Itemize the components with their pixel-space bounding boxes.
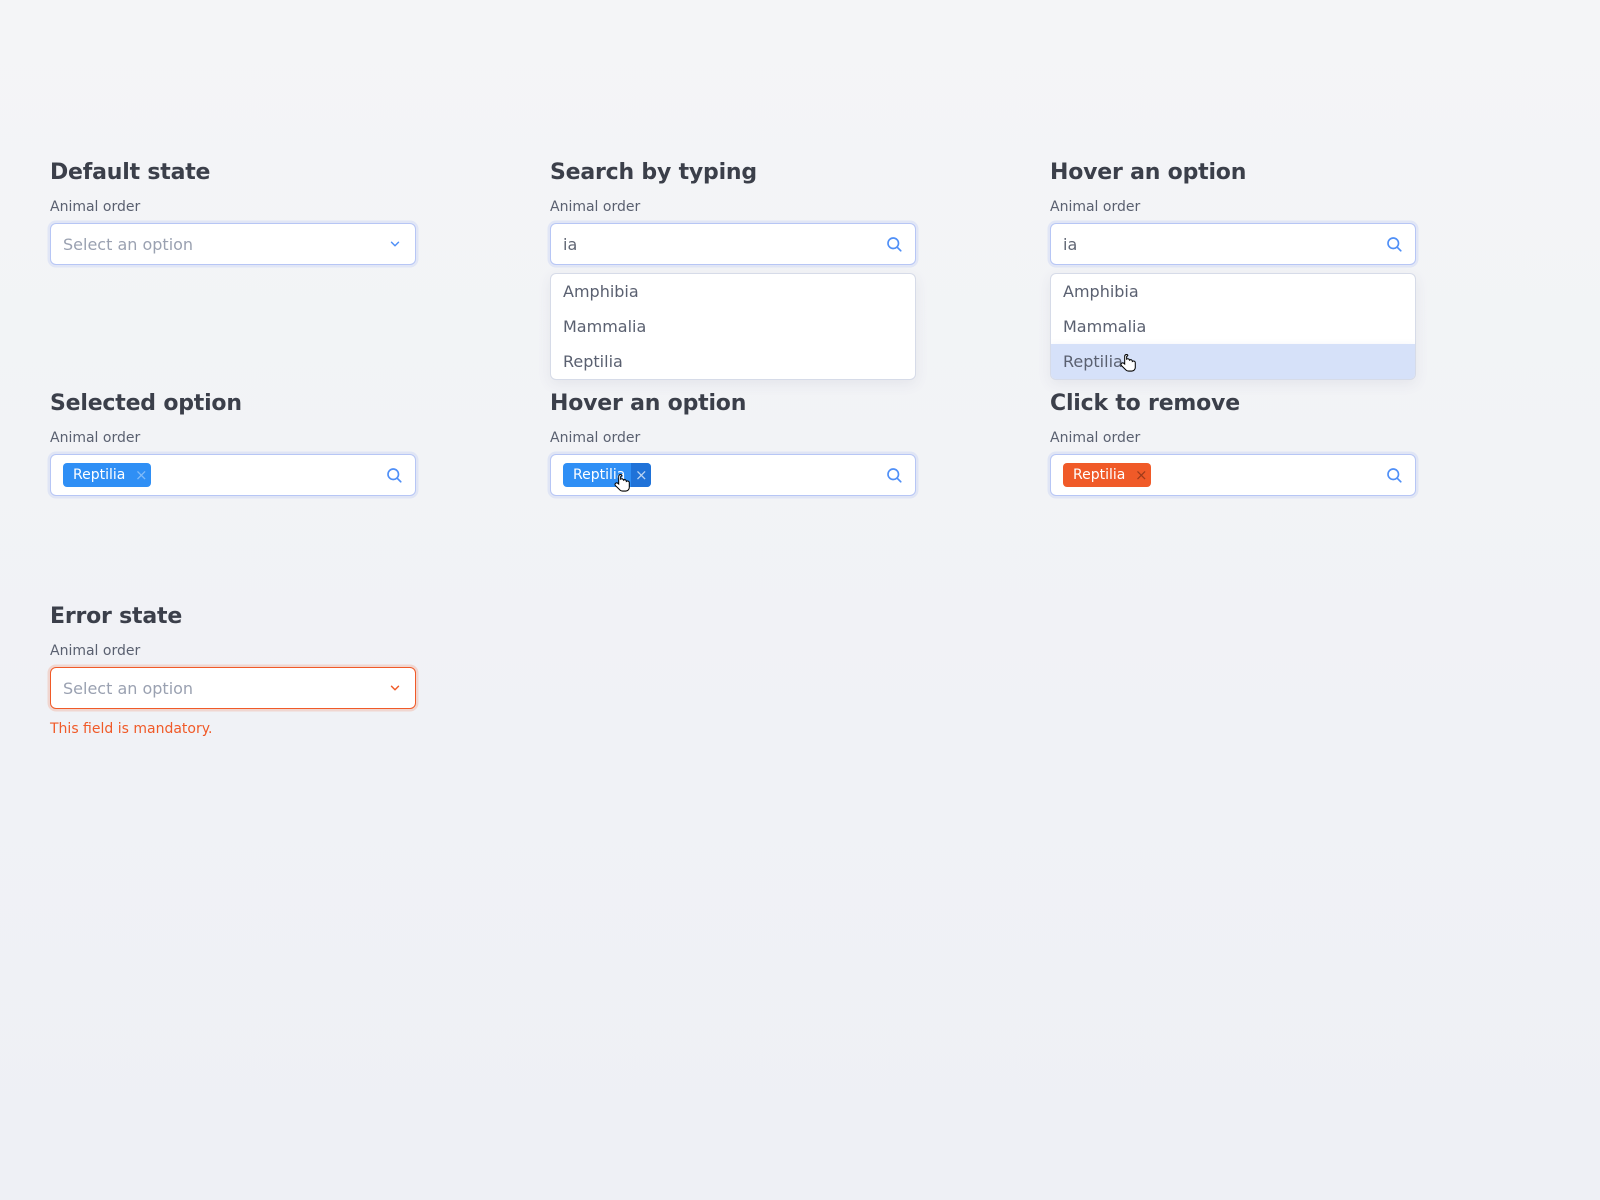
selected-tag-removing[interactable]: Reptilia × (1063, 463, 1151, 487)
search-input-text[interactable]: ia (563, 235, 885, 254)
field-label: Animal order (50, 643, 416, 659)
chevron-down-icon (387, 680, 403, 696)
search-icon (1385, 235, 1403, 253)
section-title-selected: Selected option (50, 391, 416, 416)
option-amphibia[interactable]: Amphibia (551, 274, 915, 309)
search-icon (1385, 466, 1403, 484)
dropdown-list: Amphibia Mammalia Reptilia (550, 273, 916, 380)
field-label: Animal order (1050, 430, 1416, 446)
remove-tag-icon-active[interactable]: × (1131, 463, 1151, 487)
select-selected[interactable]: Reptilia × (50, 454, 416, 496)
dropdown-list: Amphibia Mammalia Reptilia (1050, 273, 1416, 380)
select-hover[interactable]: ia (1050, 223, 1416, 265)
select-placeholder: Select an option (63, 679, 387, 698)
select-default[interactable]: Select an option (50, 223, 416, 265)
search-input-text[interactable]: ia (1063, 235, 1385, 254)
select-remove[interactable]: Reptilia × (1050, 454, 1416, 496)
chevron-down-icon (387, 236, 403, 252)
select-placeholder: Select an option (63, 235, 387, 254)
select-error[interactable]: Select an option (50, 667, 416, 709)
remove-tag-icon-hover[interactable]: × (631, 463, 651, 487)
field-label: Animal order (50, 430, 416, 446)
search-icon (885, 466, 903, 484)
section-title-hover-option: Hover an option (1050, 160, 1416, 185)
error-message: This field is mandatory. (50, 721, 416, 737)
field-label: Animal order (550, 430, 916, 446)
selected-tag[interactable]: Reptilia × (63, 463, 151, 487)
section-title-hover-tag: Hover an option (550, 391, 916, 416)
section-title-remove: Click to remove (1050, 391, 1416, 416)
section-title-error: Error state (50, 604, 416, 629)
option-reptilia[interactable]: Reptilia (551, 344, 915, 379)
section-title-default: Default state (50, 160, 416, 185)
field-label: Animal order (550, 199, 916, 215)
section-title-search: Search by typing (550, 160, 916, 185)
selected-tag-label: Reptilia (1073, 467, 1131, 483)
option-reptilia-hovered[interactable]: Reptilia (1051, 344, 1415, 379)
select-tag-hover[interactable]: Reptilia × (550, 454, 916, 496)
option-mammalia[interactable]: Mammalia (551, 309, 915, 344)
selected-tag-label: Reptilia (573, 467, 631, 483)
remove-tag-icon[interactable]: × (131, 463, 151, 487)
field-label: Animal order (1050, 199, 1416, 215)
search-icon (885, 235, 903, 253)
selected-tag-hover[interactable]: Reptilia × (563, 463, 651, 487)
selected-tag-label: Reptilia (73, 467, 131, 483)
select-search[interactable]: ia (550, 223, 916, 265)
search-icon (385, 466, 403, 484)
field-label: Animal order (50, 199, 416, 215)
option-amphibia[interactable]: Amphibia (1051, 274, 1415, 309)
option-mammalia[interactable]: Mammalia (1051, 309, 1415, 344)
